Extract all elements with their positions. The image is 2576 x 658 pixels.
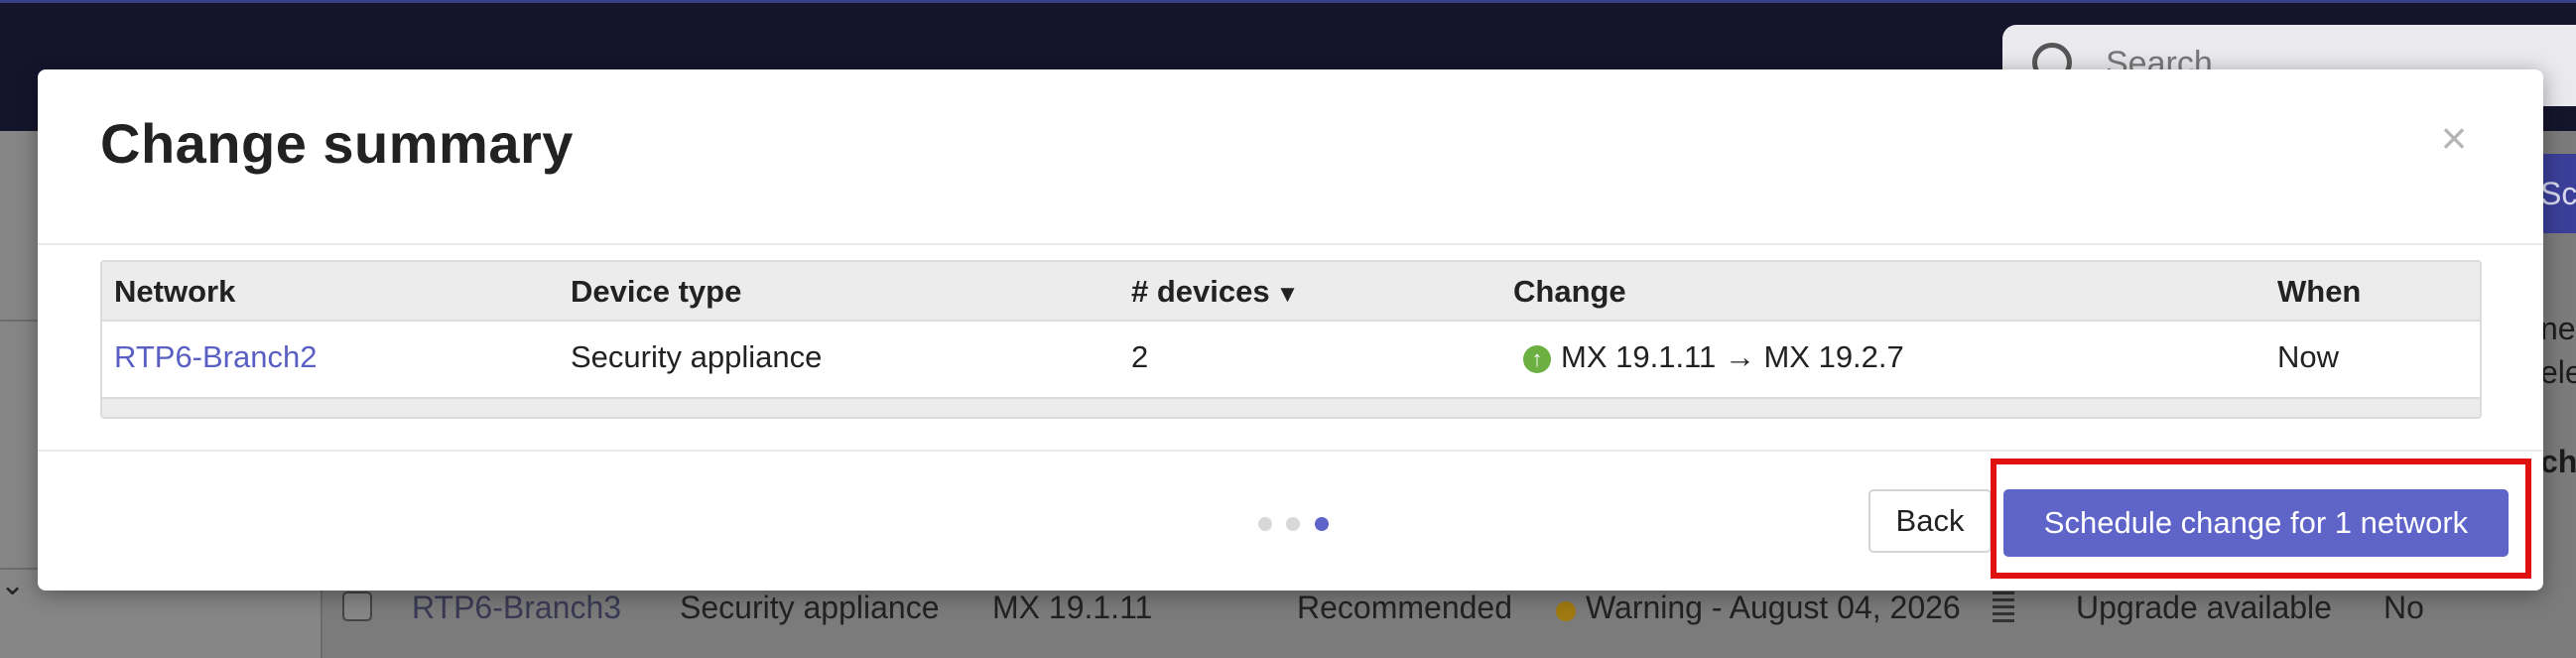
- network-link[interactable]: RTP6-Branch3: [412, 590, 621, 626]
- footer-divider: [38, 450, 2543, 452]
- step-indicator: [1258, 517, 1339, 537]
- when-cell: Now: [2277, 339, 2340, 374]
- column-header-devices[interactable]: # devices ▼: [1131, 274, 1299, 310]
- sort-descending-icon: ▼: [1275, 281, 1300, 308]
- devices-count-cell: 2: [1131, 339, 1149, 374]
- column-header-change[interactable]: Change: [1513, 274, 1626, 310]
- version-cell: MX 19.1.11: [992, 590, 1153, 625]
- bg-header-partial: ne: [2540, 311, 2576, 346]
- bg-header-partial: ch: [2540, 444, 2576, 479]
- device-type-cell: Security appliance: [571, 339, 823, 374]
- change-text: MX 19.1.11 → MX 19.2.7: [1561, 339, 1904, 374]
- step-dot: [1286, 517, 1301, 531]
- table-row: RTP6-Branch3 Security appliance MX 19.1.…: [322, 582, 2576, 658]
- warning-status-icon: [1556, 601, 1576, 621]
- column-header-device-type[interactable]: Device type: [571, 274, 741, 310]
- status-cell: Warning - August 04, 2026: [1586, 590, 1961, 625]
- recommendation-cell: Recommended: [1297, 590, 1512, 625]
- upgrade-arrow-icon: ↑: [1523, 344, 1551, 373]
- step-dot: [1258, 517, 1272, 531]
- close-icon[interactable]: ×: [2429, 113, 2479, 163]
- chevron-down-icon[interactable]: ⌄: [0, 568, 25, 602]
- table-scrollbar[interactable]: [102, 397, 2480, 417]
- column-header-when[interactable]: When: [2277, 274, 2361, 310]
- change-cell: ↑ MX 19.1.11 → MX 19.2.7: [1523, 339, 1904, 375]
- row-checkbox[interactable]: [342, 592, 372, 621]
- schedule-change-button[interactable]: Schedule change for 1 network: [2003, 489, 2509, 557]
- change-summary-table: Network Device type # devices ▼ Change Wh…: [100, 260, 2482, 419]
- bg-button-label-partial: Sche: [2540, 176, 2576, 211]
- device-type-cell: Security appliance: [680, 590, 940, 625]
- flag-cell: No: [2383, 590, 2424, 625]
- bg-header-partial: ele: [2540, 354, 2576, 390]
- document-icon[interactable]: [1993, 592, 2014, 625]
- step-dot-active: [1314, 517, 1329, 531]
- network-link[interactable]: RTP6-Branch2: [114, 339, 317, 375]
- back-button[interactable]: Back: [1868, 489, 1992, 553]
- devices-header-label: # devices: [1131, 274, 1270, 309]
- modal-title: Change summary: [100, 112, 574, 175]
- table-row: RTP6-Branch2 Security appliance 2 ↑ MX 19…: [102, 322, 2480, 395]
- column-header-network[interactable]: Network: [114, 274, 235, 310]
- availability-cell: Upgrade available: [2076, 590, 2332, 625]
- table-header: Network Device type # devices ▼ Change Wh…: [102, 262, 2480, 322]
- header-divider: [38, 243, 2543, 245]
